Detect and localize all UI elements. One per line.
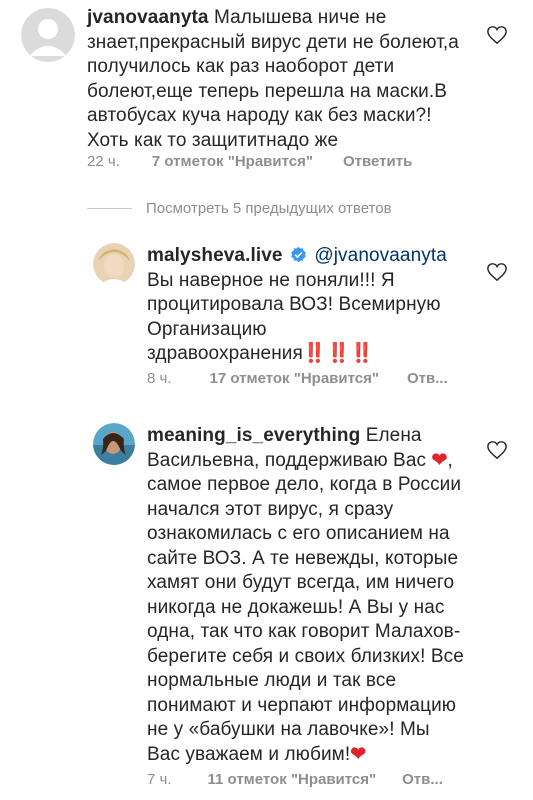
comment-username[interactable]: jvanovaanyta [87,7,209,28]
avatar[interactable] [93,243,135,285]
like-heart-icon[interactable] [486,25,508,45]
comment-body: Вы наверное не поняли!!! Я процитировала… [147,269,441,365]
comment-time: 7 ч. [147,771,172,788]
comment-meta: 22 ч. 7 отметок "Нравится" Ответить [87,153,412,170]
comment-text: malysheva.live @jvanovaanyta Вы наверное… [147,244,452,367]
comment-text: meaning_is_everything Елена Васильевна, … [147,424,467,767]
view-replies-label[interactable]: Посмотреть 5 предыдущих ответов [146,200,392,217]
comment-username[interactable]: meaning_is_everything [147,425,360,446]
comment-likes[interactable]: 17 отметок "Нравится" [210,370,379,387]
comment-body-2: , самое первое дело, когда в России нача… [147,449,464,765]
comment-meta: 8 ч. 17 отметок "Нравится" Отв... [147,370,448,387]
reply-button[interactable]: Ответить [343,153,412,170]
comment-time: 22 ч. [87,153,120,170]
comment-text: jvanovaanyta Малышева ниче не знает,прек… [87,6,467,153]
like-heart-icon[interactable] [486,440,508,460]
red-heart-icon: ❤ [431,449,448,471]
reply-button[interactable]: Отв... [402,771,443,788]
like-heart-icon[interactable] [486,262,508,282]
red-heart-icon: ❤ [350,743,367,765]
verified-badge-icon [290,246,307,263]
comment-mention[interactable]: @jvanovaanyta [314,245,447,266]
comment-body: Малышева ниче не знает,прекрасный вирус … [87,7,459,151]
divider-line [87,208,132,209]
reply-button[interactable]: Отв... [407,370,448,387]
avatar[interactable] [93,423,135,465]
comment-likes[interactable]: 11 отметок "Нравится" [208,771,377,788]
avatar[interactable] [21,8,75,62]
comment-likes[interactable]: 7 отметок "Нравится" [152,153,313,170]
double-exclamation-icon: ‼️‼️‼️ [302,343,375,364]
comment-meta: 7 ч. 11 отметок "Нравится" Отв... [147,771,443,788]
comment-username[interactable]: malysheva.live [147,245,283,266]
view-previous-replies[interactable]: Посмотреть 5 предыдущих ответов [87,200,392,217]
comment-time: 8 ч. [147,370,172,387]
